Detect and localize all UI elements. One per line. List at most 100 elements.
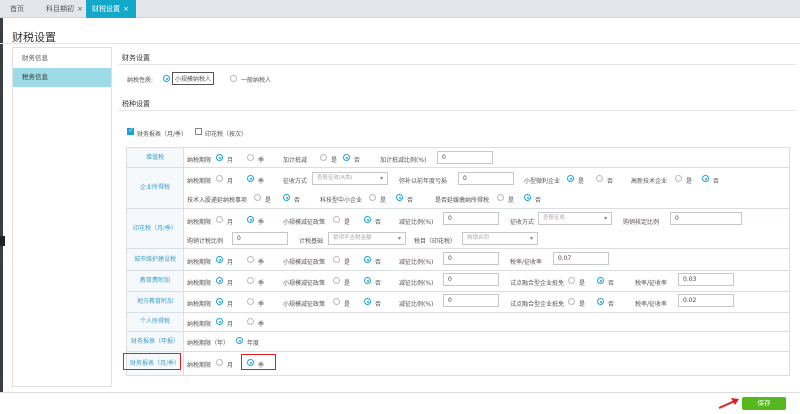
radio-no[interactable] [364,216,371,223]
radio-quarter[interactable] [247,154,254,161]
checkbox-financial-report[interactable] [127,127,134,135]
save-button[interactable]: 保存 [742,397,786,410]
tab-subject-opening[interactable]: 科目期初 × [46,0,83,18]
purchase-calc-input[interactable]: 0 [232,232,288,245]
small-relief-label: 小规模减征政策 [283,259,326,266]
rate-input[interactable]: 0.07 [553,252,609,265]
chevron-down-icon: ▾ [397,235,401,242]
radio-no[interactable] [524,194,531,201]
sidebar: 财务信息 税务信息 [12,47,112,387]
method-select[interactable]: 查账征收(A类) ▾ [312,172,388,185]
tab-tax-settings[interactable]: 财税设置 × [86,0,136,18]
tech-sme-label: 科技型中小企业 [320,197,363,204]
prior-loss-input[interactable]: 0 [458,172,514,185]
radio-yes[interactable] [333,277,340,284]
divider [126,167,790,168]
radio-quarter[interactable] [247,298,254,305]
radio-year[interactable] [236,337,243,344]
tab-tax-settings-label: 财税设置 [92,5,120,13]
radio-month[interactable] [216,216,223,223]
month-label: 月 [227,157,234,164]
no-label: 否 [608,280,615,287]
close-icon[interactable]: × [123,5,129,13]
radio-yes[interactable] [320,154,327,161]
rate-input[interactable]: 0.03 [678,273,734,286]
radio-month[interactable] [216,277,223,284]
radio-month[interactable] [216,298,223,305]
divider [126,208,790,209]
radio-quarter[interactable] [247,318,254,325]
quarter-label: 季 [258,178,265,185]
tab-home[interactable]: 首页 [10,0,24,18]
no-label: 否 [375,301,382,308]
quarter-label: 季 [258,280,265,287]
basis-select-value: 销项不含税金额 [333,235,372,241]
small-relief-label: 小规模减征政策 [283,301,326,308]
radio-yes[interactable] [333,216,340,223]
sidebar-item-finance[interactable]: 财务信息 [13,49,111,68]
radio-no[interactable] [364,277,371,284]
radio-yes[interactable] [568,277,575,284]
financial-report-label: 财务报表（月/季） [137,131,188,138]
yes-label: 是 [686,178,693,185]
radio-no[interactable] [364,256,371,263]
close-icon[interactable]: × [77,5,83,13]
radio-no[interactable] [596,175,603,182]
rate-input[interactable]: 0.02 [678,294,734,307]
radio-month[interactable] [216,154,223,161]
divider [0,43,800,44]
radio-quarter[interactable] [247,216,254,223]
basis-select[interactable]: 销项不含税金额 ▾ [328,232,406,245]
item-label: 税目（印花税） [414,238,457,245]
radio-quarter[interactable] [247,175,254,182]
item-select[interactable]: 购销合同 ▾ [462,232,538,245]
radio-no[interactable] [597,298,604,305]
radio-no[interactable] [364,298,371,305]
small-relief-label: 小规模减征政策 [283,219,326,226]
relief-ratio-input[interactable]: 0 [443,273,499,286]
extra-ratio-input[interactable]: 0 [437,151,493,164]
no-label: 否 [375,280,382,287]
checkbox-stamp-tax[interactable] [195,128,202,135]
divider [126,291,790,292]
purchase-rate-input[interactable]: 0 [670,212,742,225]
divider [183,147,184,376]
method-select[interactable]: 查账征收 ▾ [538,212,612,225]
month-label: 月 [227,321,234,328]
radio-no[interactable] [283,194,290,201]
radio-month[interactable] [216,175,223,182]
relief-ratio-input[interactable]: 0 [443,212,499,225]
nature-label: 纳税性质: [127,77,154,84]
chevron-down-icon: ▾ [379,175,383,182]
radio-no[interactable] [343,154,350,161]
radio-yes[interactable] [567,175,574,182]
relief-ratio-input[interactable]: 0 [443,252,499,265]
row-label-edu: 教育费附加 [127,271,183,291]
radio-yes[interactable] [675,175,682,182]
radio-quarter[interactable] [247,277,254,284]
radio-small-scale[interactable] [163,75,170,82]
radio-yes[interactable] [254,194,261,201]
yes-label: 是 [579,301,586,308]
radio-quarter[interactable] [247,256,254,263]
quarter-label: 季 [258,259,265,266]
radio-general[interactable] [230,75,237,82]
divider [126,270,790,271]
radio-yes[interactable] [333,256,340,263]
radio-no[interactable] [702,175,709,182]
sidebar-item-tax[interactable]: 税务信息 [13,68,111,87]
relief-ratio-input[interactable]: 0 [443,294,499,307]
radio-no[interactable] [597,277,604,284]
radio-yes[interactable] [369,194,376,201]
radio-month[interactable] [216,318,223,325]
method-select-value: 查账征收 [543,215,566,221]
radio-month[interactable] [216,256,223,263]
collapse-handle[interactable] [0,236,5,246]
radio-month[interactable] [216,359,223,366]
row-label-annual: 财务报表（年报） [127,332,183,351]
divider [126,351,790,352]
radio-no[interactable] [396,194,403,201]
radio-yes[interactable] [568,298,575,305]
radio-yes[interactable] [333,298,340,305]
radio-yes[interactable] [497,194,504,201]
